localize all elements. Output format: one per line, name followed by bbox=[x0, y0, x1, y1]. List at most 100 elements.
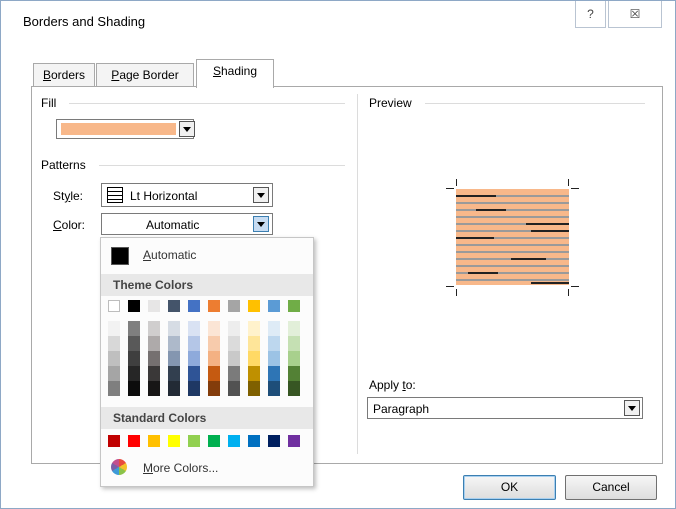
close-button[interactable]: ☒ bbox=[608, 1, 662, 28]
theme-color-swatch[interactable] bbox=[228, 336, 240, 351]
theme-color-swatch[interactable] bbox=[128, 300, 140, 312]
preview-line bbox=[456, 209, 569, 211]
theme-color-swatch[interactable] bbox=[288, 381, 300, 396]
theme-color-swatch[interactable] bbox=[248, 366, 260, 381]
preview-line bbox=[456, 216, 569, 218]
standard-color-swatch[interactable] bbox=[168, 435, 180, 447]
theme-color-swatch[interactable] bbox=[148, 321, 160, 336]
standard-colors-heading: Standard Colors bbox=[101, 407, 313, 429]
style-dropdown[interactable]: Lt Horizontal bbox=[101, 183, 273, 207]
cancel-button[interactable]: Cancel bbox=[565, 475, 657, 500]
theme-color-swatch[interactable] bbox=[108, 336, 120, 351]
standard-color-swatch[interactable] bbox=[188, 435, 200, 447]
chevron-down-icon[interactable] bbox=[253, 187, 269, 203]
theme-color-swatch[interactable] bbox=[268, 321, 280, 336]
theme-color-swatch[interactable] bbox=[288, 336, 300, 351]
chevron-down-icon[interactable] bbox=[253, 216, 269, 232]
more-colors-label: More Colors... bbox=[143, 461, 218, 475]
pattern-color-dropdown[interactable]: Automatic bbox=[101, 213, 273, 235]
standard-color-swatch[interactable] bbox=[228, 435, 240, 447]
theme-color-swatch[interactable] bbox=[168, 300, 180, 312]
theme-color-swatch[interactable] bbox=[228, 381, 240, 396]
automatic-label: Automatic bbox=[143, 248, 196, 262]
theme-color-swatch[interactable] bbox=[188, 351, 200, 366]
theme-color-swatch[interactable] bbox=[188, 366, 200, 381]
theme-color-swatch[interactable] bbox=[128, 351, 140, 366]
theme-color-swatch[interactable] bbox=[168, 336, 180, 351]
theme-color-swatch[interactable] bbox=[228, 321, 240, 336]
theme-color-swatch[interactable] bbox=[108, 381, 120, 396]
apply-to-dropdown[interactable]: Paragraph bbox=[367, 397, 643, 419]
label-part: Apply bbox=[369, 378, 403, 392]
theme-color-swatch[interactable] bbox=[168, 366, 180, 381]
theme-color-swatch[interactable] bbox=[208, 351, 220, 366]
standard-color-swatch[interactable] bbox=[248, 435, 260, 447]
theme-color-swatch[interactable] bbox=[208, 300, 220, 312]
tab-page-border[interactable]: Page Border bbox=[96, 63, 194, 87]
theme-color-swatch[interactable] bbox=[248, 336, 260, 351]
style-label: Style: bbox=[53, 189, 83, 203]
standard-color-swatch[interactable] bbox=[128, 435, 140, 447]
theme-color-swatch[interactable] bbox=[108, 321, 120, 336]
theme-color-swatch[interactable] bbox=[148, 381, 160, 396]
theme-color-swatch[interactable] bbox=[268, 366, 280, 381]
theme-color-swatch[interactable] bbox=[228, 366, 240, 381]
color-wheel-icon bbox=[111, 459, 127, 475]
theme-color-swatch[interactable] bbox=[128, 381, 140, 396]
theme-color-swatch[interactable] bbox=[168, 321, 180, 336]
theme-color-swatch[interactable] bbox=[188, 321, 200, 336]
shading-preview bbox=[456, 189, 569, 285]
standard-color-swatch[interactable] bbox=[108, 435, 120, 447]
theme-color-swatch[interactable] bbox=[208, 321, 220, 336]
theme-color-swatch[interactable] bbox=[268, 351, 280, 366]
theme-color-swatch[interactable] bbox=[248, 381, 260, 396]
help-button[interactable]: ? bbox=[575, 1, 606, 28]
theme-color-swatch[interactable] bbox=[168, 381, 180, 396]
tab-accel: B bbox=[42, 68, 51, 82]
theme-color-swatch[interactable] bbox=[288, 366, 300, 381]
theme-color-swatch[interactable] bbox=[248, 300, 260, 312]
ok-button[interactable]: OK bbox=[463, 475, 556, 500]
theme-color-swatch[interactable] bbox=[108, 300, 120, 312]
title-bar: Borders and Shading ? ☒ bbox=[1, 1, 675, 37]
theme-color-swatch[interactable] bbox=[208, 336, 220, 351]
chevron-down-icon[interactable] bbox=[624, 400, 640, 416]
theme-color-swatch[interactable] bbox=[188, 300, 200, 312]
theme-color-swatch[interactable] bbox=[268, 300, 280, 312]
theme-color-swatch[interactable] bbox=[148, 300, 160, 312]
tab-borders[interactable]: Borders bbox=[33, 63, 95, 87]
theme-color-swatch[interactable] bbox=[268, 381, 280, 396]
chevron-down-icon[interactable] bbox=[179, 121, 195, 137]
theme-color-swatch[interactable] bbox=[188, 381, 200, 396]
standard-color-swatch[interactable] bbox=[268, 435, 280, 447]
preview-line bbox=[456, 202, 569, 204]
theme-color-swatch[interactable] bbox=[168, 351, 180, 366]
tab-label: hading bbox=[220, 64, 258, 78]
theme-color-swatch[interactable] bbox=[128, 321, 140, 336]
standard-color-swatch[interactable] bbox=[288, 435, 300, 447]
theme-color-swatch[interactable] bbox=[128, 366, 140, 381]
theme-color-swatch[interactable] bbox=[148, 336, 160, 351]
crop-mark bbox=[571, 286, 579, 287]
theme-color-swatch[interactable] bbox=[288, 300, 300, 312]
theme-color-swatch[interactable] bbox=[268, 336, 280, 351]
theme-color-swatch[interactable] bbox=[188, 336, 200, 351]
theme-color-swatch[interactable] bbox=[248, 351, 260, 366]
theme-color-swatch[interactable] bbox=[148, 351, 160, 366]
theme-color-swatch[interactable] bbox=[148, 366, 160, 381]
theme-color-swatch[interactable] bbox=[208, 381, 220, 396]
theme-color-swatch[interactable] bbox=[208, 366, 220, 381]
theme-color-swatch[interactable] bbox=[228, 351, 240, 366]
standard-color-swatch[interactable] bbox=[208, 435, 220, 447]
apply-to-value: Paragraph bbox=[373, 402, 430, 416]
theme-color-swatch[interactable] bbox=[128, 336, 140, 351]
tab-shading[interactable]: Shading bbox=[196, 59, 274, 88]
theme-color-swatch[interactable] bbox=[108, 366, 120, 381]
standard-color-swatch[interactable] bbox=[148, 435, 160, 447]
theme-color-swatch[interactable] bbox=[248, 321, 260, 336]
theme-color-swatch[interactable] bbox=[108, 351, 120, 366]
theme-color-swatch[interactable] bbox=[288, 351, 300, 366]
fill-color-dropdown[interactable] bbox=[56, 119, 195, 139]
theme-color-swatch[interactable] bbox=[288, 321, 300, 336]
theme-color-swatch[interactable] bbox=[228, 300, 240, 312]
